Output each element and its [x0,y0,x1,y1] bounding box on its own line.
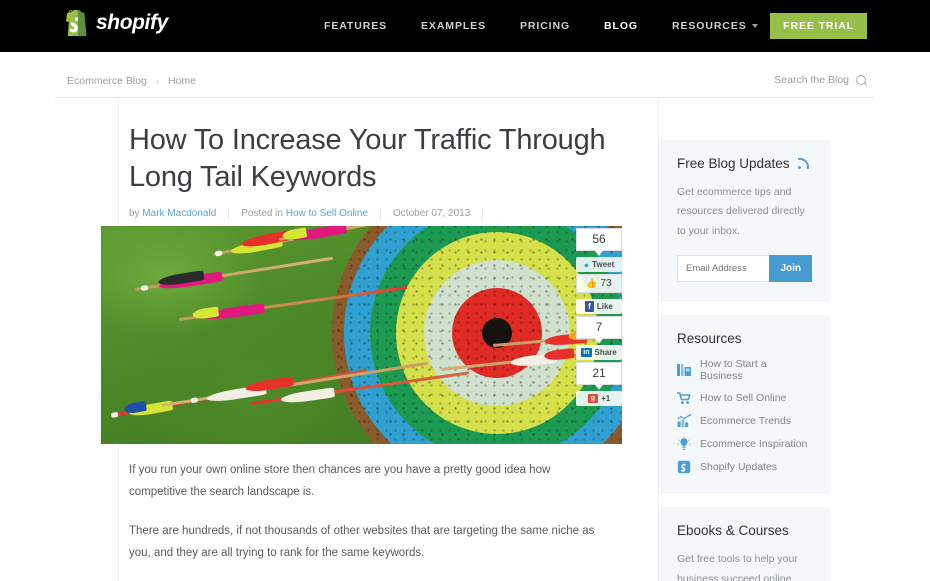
search-icon [856,74,867,86]
widget-resources: Resources How to Start a Business How to… [659,315,830,495]
sidebar-item-how-to-sell-online[interactable]: How to Sell Online [676,391,812,405]
sidebar-item-label: Shopify Updates [700,461,778,474]
lightbulb-icon [677,436,691,451]
site-header: shopify FEATURES EXAMPLES PRICING BLOG R… [0,0,930,52]
resources-list: How to Start a Business How to Sell Onli… [676,358,812,474]
widget-title-updates: Free Blog Updates [677,156,812,171]
social-widget-facebook: 👍 73 f Like [576,274,622,314]
breadcrumb-separator-icon: › [155,76,159,86]
widget-ebooks-description: Get free tools to help your business suc… [677,553,798,581]
linkedin-in-icon: in [581,348,592,357]
widget-title-resources: Resources [677,331,742,347]
page-title: How To Increase Your Traffic Through Lon… [129,124,606,193]
widget-updates-description: Get ecommerce tips and resources deliver… [677,186,805,237]
twitter-share-count: 56 [576,228,622,251]
nav-item-resources[interactable]: RESOURCES [655,0,775,52]
newsletter-signup-form: Join [677,255,812,283]
googleplus-label: +1 [601,394,611,403]
category-link[interactable]: How to Sell Online [286,208,368,219]
facebook-like-count: 👍 73 [576,274,622,293]
breadcrumb-item-ecommerce-blog[interactable]: Ecommerce Blog [67,75,147,87]
social-widget-twitter: 56 ● Tweet [576,228,622,272]
shopify-logo[interactable]: shopify [65,9,168,37]
facebook-like-button[interactable]: f Like [576,299,622,314]
article-paragraph: There are hundreds, if not thousands of … [129,525,595,560]
free-trial-button[interactable]: FREE TRIAL [770,13,867,39]
widget-ebooks-courses: Ebooks & Courses Get free tools to help … [659,507,830,581]
nav-item-examples[interactable]: EXAMPLES [404,0,503,52]
tweet-button[interactable]: ● Tweet [576,257,622,272]
sidebar-item-ecommerce-inspiration[interactable]: Ecommerce Inspiration [677,436,812,451]
sidebar-item-how-to-start-a-business[interactable]: How to Start a Business [677,358,812,382]
chevron-down-icon [751,24,758,28]
nav-item-pricing[interactable]: PRICING [503,0,587,52]
widget-free-blog-updates: Free Blog Updates Get ecommerce tips and… [659,140,830,303]
facebook-count-value: 73 [600,278,612,289]
nav-item-resources-label: RESOURCES [671,20,747,32]
rss-icon[interactable] [797,157,809,170]
social-share-widgets: 56 ● Tweet 👍 73 f Like 7 in Share 21 g +… [576,228,622,408]
facebook-f-icon: f [585,301,594,312]
join-button[interactable]: Join [769,255,812,283]
googleplus-share-count: 21 [576,362,622,385]
article-body: If you run your own online store then ch… [129,459,601,581]
tweet-button-label: Tweet [592,260,615,269]
shopify-bag-icon [65,9,87,37]
header-divider [55,97,875,98]
article-hero-image [101,226,622,444]
social-widget-linkedin: 7 in Share [576,316,622,360]
twitter-bird-icon: ● [583,259,590,270]
linkedin-share-button[interactable]: in Share [576,345,622,360]
blog-article-page: shopify FEATURES EXAMPLES PRICING BLOG R… [0,0,930,581]
search-blog-control[interactable]: Search the Blog [774,74,867,86]
article-meta: by Mark Macdonald Posted in How to Sell … [129,208,629,220]
bar-chart-icon [677,414,692,428]
sidebar-item-ecommerce-trends[interactable]: Ecommerce Trends [677,414,812,428]
sidebar-item-label: How to Sell Online [700,392,787,405]
social-widget-googleplus: 21 g +1 [576,362,622,406]
author-link[interactable]: Mark Macdonald [142,208,216,219]
thumbs-up-icon: 👍 [586,278,598,288]
breadcrumb-bar: Ecommerce Blog › Home Search the Blog [0,52,930,97]
article-category: Posted in How to Sell Online [241,208,382,220]
linkedin-share-count: 7 [576,316,622,339]
breadcrumb-item-home[interactable]: Home [168,75,196,87]
article-paragraph: If you run your own online store then ch… [129,464,551,499]
author-prefix: by [129,208,143,220]
nav-item-blog[interactable]: BLOG [587,0,655,52]
google-plus-icon: g [587,394,599,403]
linkedin-share-label: Share [594,348,617,357]
shopping-cart-icon [676,391,691,405]
sidebar: Free Blog Updates Get ecommerce tips and… [659,140,830,581]
sidebar-item-shopify-updates[interactable]: Shopify Updates [677,460,812,474]
article-date: October 07, 2013 [393,208,484,220]
sidebar-item-label: Ecommerce Trends [700,415,792,428]
facebook-like-label: Like [596,302,613,311]
email-field[interactable] [677,255,770,283]
sidebar-item-label: Ecommerce Inspiration [700,438,808,451]
brand-wordmark: shopify [96,11,168,34]
article-author: by Mark Macdonald [129,208,230,220]
shopify-bag-icon [677,460,691,474]
primary-nav: FEATURES EXAMPLES PRICING BLOG RESOURCES… [307,0,846,52]
search-blog-label: Search the Blog [774,74,849,86]
widget-updates-label: Free Blog Updates [677,156,790,171]
breadcrumb: Ecommerce Blog › Home [67,75,196,87]
article-header: How To Increase Your Traffic Through Lon… [129,122,629,220]
widget-title-ebooks: Ebooks & Courses [677,523,789,539]
books-icon [677,363,691,377]
sidebar-item-label: How to Start a Business [700,358,767,383]
googleplus-plusone-button[interactable]: g +1 [576,391,622,406]
posted-prefix: Posted in [241,208,286,220]
nav-item-features[interactable]: FEATURES [307,0,404,52]
